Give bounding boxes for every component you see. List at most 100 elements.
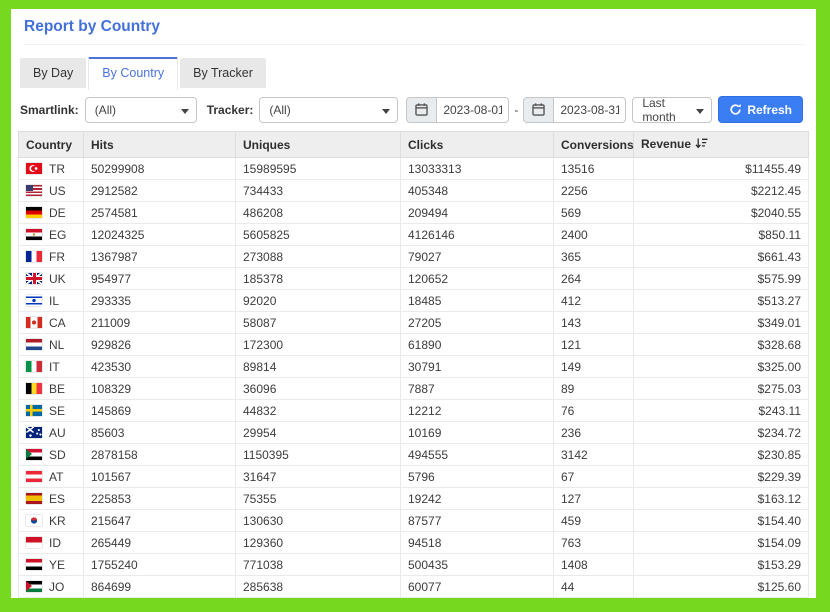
clicks-cell: 120652	[401, 268, 554, 290]
country-cell: NL	[26, 338, 76, 352]
country-code: UK	[49, 272, 66, 286]
refresh-button[interactable]: Refresh	[718, 96, 803, 123]
tracker-select[interactable]: (All)	[259, 97, 398, 123]
column-header-uniques[interactable]: Uniques	[236, 132, 401, 158]
column-header-clicks[interactable]: Clicks	[401, 132, 554, 158]
flag-ca-icon	[26, 317, 42, 328]
clicks-cell: 18485	[401, 290, 554, 312]
calendar-icon	[415, 103, 428, 116]
hits-cell: 954977	[84, 268, 236, 290]
country-cell: UK	[26, 272, 76, 286]
revenue-cell: $850.11	[634, 224, 809, 246]
country-code: ID	[49, 536, 61, 550]
country-code: YE	[49, 558, 65, 572]
hits-cell: 929826	[84, 334, 236, 356]
flag-ye-icon	[26, 559, 42, 570]
table-row: SE 145869 44832 12212 76 $243.11	[19, 400, 809, 422]
table-row: YE 1755240 771038 500435 1408 $153.29	[19, 554, 809, 576]
date-from-calendar-button[interactable]	[406, 97, 437, 123]
column-header-hits[interactable]: Hits	[84, 132, 236, 158]
clicks-cell: 494555	[401, 444, 554, 466]
hits-cell: 85603	[84, 422, 236, 444]
uniques-cell: 734433	[236, 180, 401, 202]
date-to-input[interactable]	[554, 97, 626, 123]
revenue-cell: $328.68	[634, 334, 809, 356]
revenue-cell: $349.01	[634, 312, 809, 334]
clicks-cell: 405348	[401, 180, 554, 202]
smartlink-select[interactable]: (All)	[85, 97, 197, 123]
country-cell: IT	[26, 360, 76, 374]
tracker-select-value: (All)	[269, 103, 290, 117]
flag-eg-icon	[26, 229, 42, 240]
conversions-cell: 236	[554, 422, 634, 444]
clicks-cell: 53369	[401, 598, 554, 599]
clicks-cell: 87577	[401, 510, 554, 532]
uniques-cell: 771038	[236, 554, 401, 576]
flag-sd-icon	[26, 449, 42, 460]
country-code: TR	[49, 162, 65, 176]
clicks-cell: 30791	[401, 356, 554, 378]
column-header-revenue[interactable]: Revenue	[634, 132, 809, 158]
revenue-cell: $325.00	[634, 356, 809, 378]
uniques-cell: 185378	[236, 268, 401, 290]
flag-it-icon	[26, 361, 42, 372]
table-row: BE 108329 36096 7887 89 $275.03	[19, 378, 809, 400]
tab-bar: By Day By Country By Tracker	[20, 57, 803, 88]
conversions-cell: 149	[554, 356, 634, 378]
country-cell: IL	[26, 294, 76, 308]
country-code: IT	[49, 360, 60, 374]
country-cell: YE	[26, 558, 76, 572]
conversions-cell: 121	[554, 334, 634, 356]
country-cell: BE	[26, 382, 76, 396]
uniques-cell: 130630	[236, 510, 401, 532]
country-cell: EG	[26, 228, 76, 242]
revenue-cell: $2212.45	[634, 180, 809, 202]
refresh-button-label: Refresh	[747, 103, 792, 117]
country-code: NL	[49, 338, 64, 352]
country-cell: DE	[26, 206, 76, 220]
flag-kr-icon	[26, 515, 42, 526]
uniques-cell: 273088	[236, 246, 401, 268]
country-code: DE	[49, 206, 66, 220]
revenue-cell: $230.85	[634, 444, 809, 466]
table-row: NL 929826 172300 61890 121 $328.68	[19, 334, 809, 356]
revenue-cell: $163.12	[634, 488, 809, 510]
uniques-cell: 44832	[236, 400, 401, 422]
caret-down-icon	[181, 109, 189, 114]
page-title: Report by Country	[24, 18, 803, 36]
tab-by-day[interactable]: By Day	[20, 58, 86, 88]
date-from-input[interactable]	[437, 97, 509, 123]
conversions-cell: 264	[554, 268, 634, 290]
uniques-cell: 129360	[236, 532, 401, 554]
flag-id-icon	[26, 537, 42, 548]
conversions-cell: 480	[554, 598, 634, 599]
table-row: KR 215647 130630 87577 459 $154.40	[19, 510, 809, 532]
date-range-preset-select[interactable]: Last month	[632, 97, 712, 123]
hits-cell: 215647	[84, 510, 236, 532]
revenue-cell: $275.03	[634, 378, 809, 400]
flag-es-icon	[26, 493, 42, 504]
uniques-cell: 1150395	[236, 444, 401, 466]
tab-by-tracker[interactable]: By Tracker	[180, 58, 266, 88]
revenue-cell: $154.40	[634, 510, 809, 532]
clicks-cell: 27205	[401, 312, 554, 334]
clicks-cell: 7887	[401, 378, 554, 400]
revenue-cell: $661.43	[634, 246, 809, 268]
uniques-cell: 15989595	[236, 158, 401, 180]
column-header-conversions[interactable]: Conversions	[554, 132, 634, 158]
column-header-country[interactable]: Country	[19, 132, 84, 158]
tab-by-country[interactable]: By Country	[88, 57, 178, 90]
smartlink-label: Smartlink:	[20, 103, 79, 117]
conversions-cell: 569	[554, 202, 634, 224]
tracker-label: Tracker:	[207, 103, 254, 117]
flag-nl-icon	[26, 339, 42, 350]
country-code: JO	[49, 580, 64, 594]
table-row: EG 12024325 5605825 4126146 2400 $850.11	[19, 224, 809, 246]
report-panel: Report by Country By Day By Country By T…	[11, 9, 816, 598]
date-to-calendar-button[interactable]	[523, 97, 554, 123]
revenue-cell: $243.11	[634, 400, 809, 422]
clicks-cell: 60077	[401, 576, 554, 598]
hits-cell: 864699	[84, 576, 236, 598]
caret-down-icon	[696, 109, 704, 114]
uniques-cell: 29954	[236, 422, 401, 444]
